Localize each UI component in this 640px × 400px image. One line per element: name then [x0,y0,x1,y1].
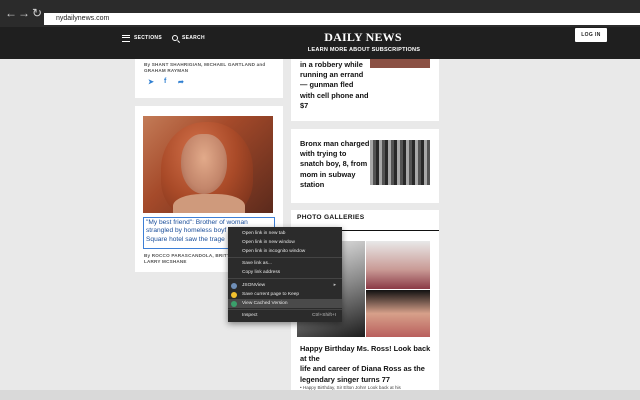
story-thumbnail[interactable] [370,59,430,68]
story-thumbnail[interactable] [370,140,430,185]
site-header: SECTIONS SEARCH DAILY NEWS LEARN MORE AB… [0,27,640,59]
keep-icon [231,291,237,298]
menu-separator [228,278,342,279]
sections-link[interactable]: SECTIONS [134,35,162,41]
title-line: $7 [300,100,309,110]
gallery-image-bottom[interactable] [366,290,430,337]
menu-item-copy-link[interactable]: Copy link address [228,268,342,277]
facebook-icon[interactable]: f [164,78,166,85]
page-bottom-strip [0,390,640,400]
search-link[interactable]: SEARCH [182,35,205,41]
menu-separator [228,257,342,258]
context-menu: Open link in new tab Open link in new wi… [228,227,342,322]
title-line: Bronx man charged [300,139,370,148]
search-icon[interactable] [171,35,178,41]
forward-arrow-icon[interactable]: → [17,6,31,20]
twitter-icon[interactable]: ➤ [148,78,154,86]
title-line: in a robbery while [300,60,363,69]
back-arrow-icon[interactable]: ← [4,6,18,20]
menu-item-label: Inspect [242,313,258,318]
title-line: mom in subway [300,169,356,179]
title-line: life and career of Diana Ross as the [300,364,425,374]
menu-item-save-link[interactable]: Save link as... [228,259,342,268]
title-line: — gunman fled [300,80,354,90]
photo-shoulder [173,194,245,213]
menu-item-label: Save link as... [242,261,272,266]
address-bar[interactable]: nydailynews.com [44,13,640,25]
menu-item-label: Open link in new tab [242,231,286,236]
menu-item-label: Open link in new window [242,240,295,245]
share-icon[interactable]: ➦ [178,78,184,86]
site-logo[interactable]: DAILY NEWS [320,30,406,45]
article-card-top: By SHANT SHAHRIGIAN, MICHAEL GARTLAND an… [135,59,283,98]
menu-item-open-incognito[interactable]: Open link in incognito window [228,247,342,256]
jsonview-icon [231,282,237,289]
login-button[interactable]: LOG IN [575,28,607,42]
photo-face [181,134,227,194]
reload-icon[interactable]: ↻ [30,6,44,20]
menu-item-inspect[interactable]: Inspect Ctrl+Shift+I [228,311,342,320]
gallery-image-top[interactable] [366,241,430,289]
menu-shortcut: Ctrl+Shift+I [312,313,336,318]
menu-item-open-new-tab[interactable]: Open link in new tab [228,229,342,238]
byline-line: GRAHAM RAYMAN [144,68,189,74]
title-line: snatch boy, 8, from [300,159,368,169]
menu-item-label: Copy link address [242,270,281,275]
article-photo[interactable] [143,116,273,213]
story-title-link[interactable]: Bronx man charged with trying to snatch … [300,139,380,190]
menu-item-label: Open link in incognito window [242,249,306,254]
subscriptions-link[interactable]: LEARN MORE ABOUT SUBSCRIPTIONS [300,47,428,53]
submenu-arrow-icon: ▸ [333,283,336,288]
menu-separator [228,309,342,310]
browser-chrome: ← → ↻ nydailynews.com [0,0,640,27]
title-line: with cell phone and [300,90,369,100]
gallery-headline-link[interactable]: Happy Birthday Ms. Ross! Look back at th… [300,344,436,385]
menu-item-label: View Cached Version [242,301,288,306]
story-title-link[interactable]: in a robbery while running an errand — g… [300,60,380,111]
menu-item-label: JSONView [242,283,266,288]
menu-item-save-to-keep[interactable]: Save current page to Keep [228,290,342,299]
menu-item-label: Save current page to Keep [242,292,300,297]
title-line: with trying to [300,149,347,159]
url-text: nydailynews.com [56,15,110,22]
cached-version-icon [231,300,237,307]
title-line: Happy Birthday Ms. Ross! Look back at th… [300,344,431,364]
hamburger-icon[interactable] [122,34,130,42]
menu-item-open-new-window[interactable]: Open link in new window [228,238,342,247]
title-line: legendary singer turns 77 [300,374,390,384]
title-line: station [300,179,325,189]
menu-item-jsonview[interactable]: JSONView ▸ [228,281,342,290]
thumbnail-image [370,140,430,185]
menu-item-view-cached[interactable]: View Cached Version [228,299,342,308]
title-line: running an errand [300,70,364,80]
header-menu: SECTIONS SEARCH [122,33,205,43]
photo-galleries-heading: PHOTO GALLERIES [297,214,365,221]
